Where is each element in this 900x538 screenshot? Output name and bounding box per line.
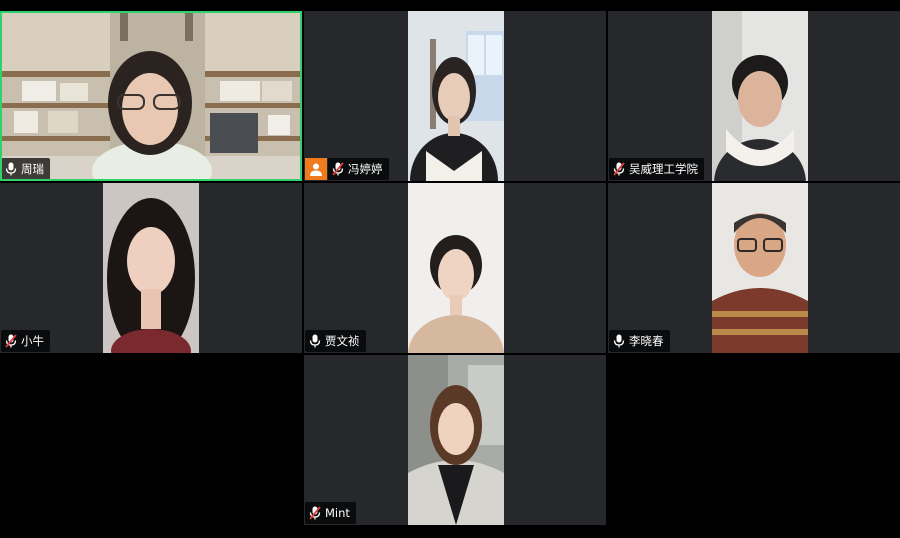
- participant-nametag: Mint: [305, 502, 356, 524]
- participant-video: [408, 355, 504, 525]
- microphone-muted-icon: [4, 333, 18, 349]
- participant-nametag: 吴威理工学院: [609, 158, 704, 180]
- participant-video: [103, 183, 199, 353]
- person-icon: [310, 163, 322, 176]
- participant-name: 冯婷婷: [348, 162, 383, 176]
- participant-name: 吴威理工学院: [629, 162, 698, 176]
- participant-nametag: 贾文祯: [305, 330, 366, 352]
- video-grid: 周瑞 冯婷婷 吴威理工学院 小牛 贾文祯 李晓春 Mint: [0, 0, 900, 538]
- participant-name: 贾文祯: [325, 334, 360, 348]
- microphone-icon: [612, 333, 626, 349]
- participant-video: [408, 183, 504, 353]
- participant-tile-jiawenzhen[interactable]: 贾文祯: [304, 183, 606, 353]
- participant-tile-xiaoniu[interactable]: 小牛: [0, 183, 302, 353]
- participant-nametag: 小牛: [1, 330, 50, 352]
- participant-name: 周瑞: [21, 162, 44, 176]
- participant-tile-fengtingting[interactable]: 冯婷婷: [304, 11, 606, 181]
- participant-tile-lixiaochun[interactable]: 李晓春: [608, 183, 900, 353]
- participant-name: Mint: [325, 506, 350, 520]
- microphone-muted-icon: [308, 505, 322, 521]
- participant-tile-wuwei[interactable]: 吴威理工学院: [608, 11, 900, 181]
- participant-tile-mint[interactable]: Mint: [304, 355, 606, 525]
- participant-nametag: 李晓春: [609, 330, 670, 352]
- participant-nametag: 周瑞: [1, 158, 50, 180]
- microphone-icon: [4, 161, 18, 177]
- avatar-badge: [305, 158, 327, 180]
- participant-tile-zhourui[interactable]: 周瑞: [0, 11, 302, 181]
- participant-video: [0, 11, 302, 181]
- participant-video: [712, 183, 808, 353]
- participant-nametag: 冯婷婷: [328, 158, 389, 180]
- participant-name: 李晓春: [629, 334, 664, 348]
- microphone-muted-icon: [612, 161, 626, 177]
- microphone-muted-icon: [331, 161, 345, 177]
- participant-name: 小牛: [21, 334, 44, 348]
- participant-video: [408, 11, 504, 181]
- participant-video: [712, 11, 808, 181]
- microphone-icon: [308, 333, 322, 349]
